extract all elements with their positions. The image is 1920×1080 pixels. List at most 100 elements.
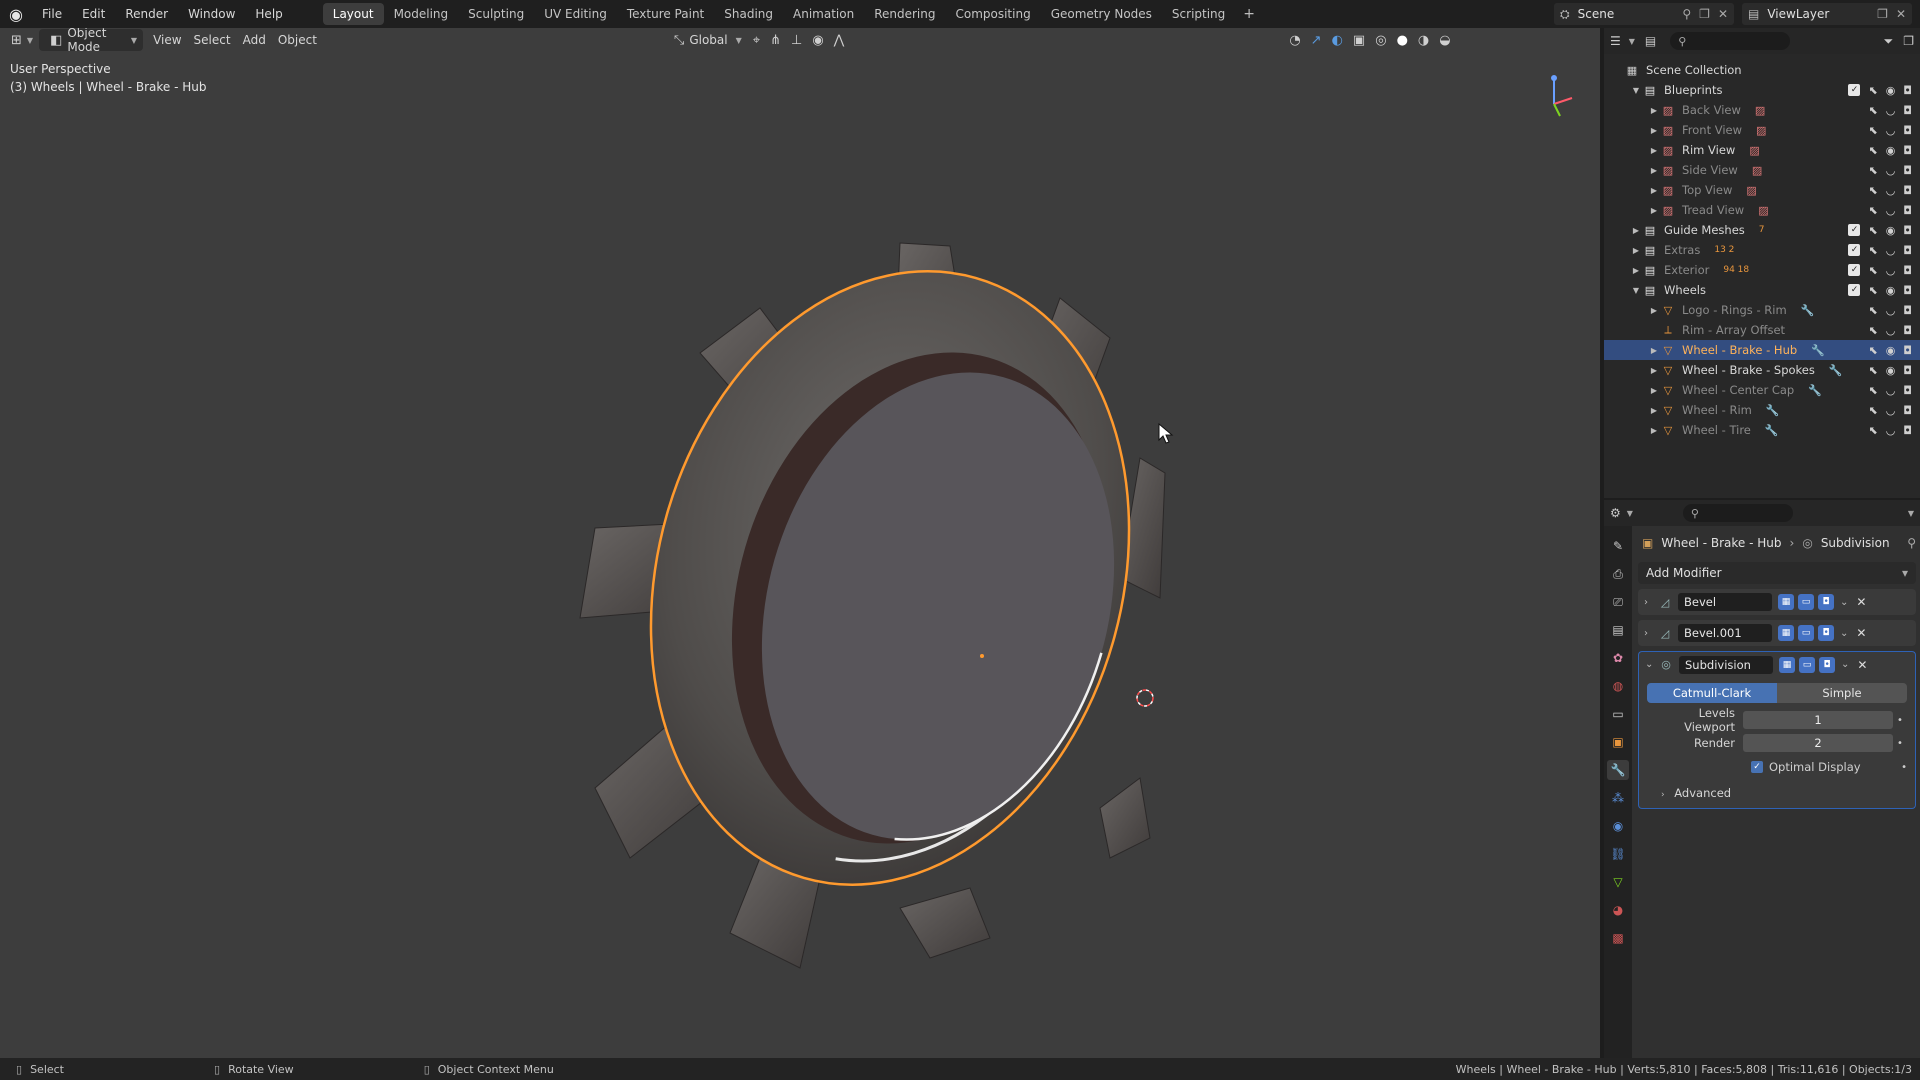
wireframe-shading-icon[interactable]: ◎ <box>1375 33 1386 48</box>
tab-uv-editing[interactable]: UV Editing <box>534 3 617 25</box>
chevron-right-icon[interactable]: › <box>1644 597 1656 608</box>
outliner-row[interactable]: ▼ ▤ Wheels ✓ ⬉ ◉ ◘ <box>1604 280 1920 300</box>
viewport-menu-add[interactable]: Add <box>237 29 272 51</box>
outliner-search-input[interactable]: ⚲ <box>1670 32 1791 50</box>
transform-orientation-dropdown[interactable]: ⤡ Global ▼ <box>663 29 748 51</box>
modifier-card[interactable]: › ◿ Bevel ▦ ▭ ◘ ⌄ ✕ <box>1638 589 1916 615</box>
eye-icon[interactable]: ◉ <box>1886 84 1896 97</box>
expand-right-icon[interactable]: ▶ <box>1630 246 1642 255</box>
select-toggle-icon[interactable]: ⬉ <box>1868 244 1877 257</box>
outliner-row[interactable]: ⟂ Rim - Array Offset ⬉ ◡ ◘ <box>1604 320 1920 340</box>
camera-icon[interactable]: ◘ <box>1903 404 1912 417</box>
camera-icon[interactable]: ◘ <box>1903 244 1912 257</box>
eye-icon[interactable]: ◉ <box>1886 364 1896 377</box>
camera-icon[interactable]: ◘ <box>1903 384 1912 397</box>
tab-shading[interactable]: Shading <box>714 3 783 25</box>
outliner-row[interactable]: ▶ ▤ Guide Meshes 7 ✓ ⬉ ◉ ◘ <box>1604 220 1920 240</box>
close-icon[interactable]: ✕ <box>1857 658 1867 672</box>
editor-type-button[interactable]: ⊞ ▼ <box>0 29 39 51</box>
render-tab-icon[interactable]: ⎙ <box>1607 564 1629 584</box>
simple-button[interactable]: Simple <box>1777 683 1907 703</box>
menu-file[interactable]: File <box>32 0 72 28</box>
camera-icon[interactable]: ◘ <box>1903 184 1912 197</box>
select-toggle-icon[interactable]: ⬉ <box>1868 144 1877 157</box>
3d-viewport[interactable]: ⊞ ▼ ◧ Object Mode ▼ View Select Add Object ⤡… <box>0 28 1600 1058</box>
optimal-display-checkbox[interactable]: ✓ <box>1751 761 1763 773</box>
eye-icon[interactable]: ◡ <box>1886 244 1896 257</box>
select-toggle-icon[interactable]: ⬉ <box>1868 124 1877 137</box>
proportional-edit-icon[interactable]: ◉ <box>812 33 823 48</box>
material-tab-icon[interactable]: ◕ <box>1607 900 1629 920</box>
outliner-row[interactable]: ▶ ▽ Wheel - Brake - Spokes 🔧 ⬉ ◉ ◘ <box>1604 360 1920 380</box>
outliner-row[interactable]: ▶ ▤ Extras 13 2 ✓ ⬉ ◡ ◘ <box>1604 240 1920 260</box>
constraints-tab-icon[interactable]: ⛓ <box>1607 844 1629 864</box>
new-scene-icon[interactable]: ❐ <box>1699 7 1710 21</box>
eye-icon[interactable]: ◡ <box>1886 164 1896 177</box>
tab-modeling[interactable]: Modeling <box>384 3 459 25</box>
eye-icon[interactable]: ◡ <box>1886 264 1896 277</box>
eye-icon[interactable]: ◡ <box>1886 324 1896 337</box>
exclude-checkbox[interactable]: ✓ <box>1848 284 1861 296</box>
levels-viewport-field[interactable]: 1 <box>1743 711 1893 729</box>
gizmo-icon[interactable]: ↗ <box>1311 33 1322 48</box>
eye-icon[interactable]: ◡ <box>1886 424 1896 437</box>
viewport-menu-view[interactable]: View <box>147 29 187 51</box>
modifier-card[interactable]: ⌄ ◎ Subdivision ▦ ▭ ◘ ⌄ ✕ <box>1638 651 1916 677</box>
camera-icon[interactable]: ◘ <box>1903 304 1912 317</box>
tab-layout[interactable]: Layout <box>322 3 384 25</box>
expand-right-icon[interactable]: ▶ <box>1648 426 1660 435</box>
render-toggle-icon[interactable]: ◘ <box>1818 625 1834 641</box>
select-toggle-icon[interactable]: ⬉ <box>1868 324 1877 337</box>
expand-right-icon[interactable]: ▶ <box>1648 206 1660 215</box>
select-toggle-icon[interactable]: ⬉ <box>1868 264 1877 277</box>
expand-right-icon[interactable]: ▶ <box>1648 346 1660 355</box>
outliner-row[interactable]: ▶ ▤ Exterior 94 18 ✓ ⬉ ◡ ◘ <box>1604 260 1920 280</box>
keyframe-dot-icon[interactable]: • <box>1893 738 1907 749</box>
expand-right-icon[interactable]: ▶ <box>1648 146 1660 155</box>
add-workspace-button[interactable]: + <box>1235 6 1263 22</box>
overlay-icon[interactable]: ◐ <box>1332 33 1343 48</box>
camera-icon[interactable]: ◘ <box>1903 204 1912 217</box>
outliner-row[interactable]: ▶ ▽ Logo - Rings - Rim 🔧 ⬉ ◡ ◘ <box>1604 300 1920 320</box>
eye-icon[interactable]: ◉ <box>1886 144 1896 157</box>
close-icon[interactable]: ✕ <box>1856 595 1866 609</box>
edit-mode-toggle-icon[interactable]: ▦ <box>1779 656 1795 673</box>
chevron-down-icon[interactable]: ⌄ <box>1840 597 1848 608</box>
modifier-card[interactable]: › ◿ Bevel.001 ▦ ▭ ◘ ⌄ ✕ <box>1638 620 1916 646</box>
tab-sculpting[interactable]: Sculpting <box>458 3 534 25</box>
camera-icon[interactable]: ◘ <box>1903 264 1912 277</box>
modifier-name-field[interactable]: Subdivision <box>1679 655 1773 674</box>
chevron-down-icon[interactable]: ⌄ <box>1645 659 1657 670</box>
3d-cursor-icon[interactable] <box>1133 686 1157 710</box>
outliner-row[interactable]: ▼ ▤ Blueprints ✓ ⬉ ◉ ◘ <box>1604 80 1920 100</box>
pivot-icon[interactable]: ⌖ <box>753 33 760 48</box>
eye-icon[interactable]: ◡ <box>1886 304 1896 317</box>
pin-icon[interactable]: ⚲ <box>1682 7 1691 21</box>
modifier-name-field[interactable]: Bevel.001 <box>1678 624 1772 642</box>
outliner-row[interactable]: ▶ ▽ Wheel - Brake - Hub 🔧 ⬉ ◉ ◘ <box>1604 340 1920 360</box>
select-toggle-icon[interactable]: ⬉ <box>1868 184 1877 197</box>
editor-type-icon[interactable]: ⚙ <box>1610 506 1621 520</box>
collection-tab-icon[interactable]: ▭ <box>1607 704 1629 724</box>
chevron-down-icon[interactable]: ▼ <box>1908 509 1914 518</box>
select-toggle-icon[interactable]: ⬉ <box>1868 424 1877 437</box>
camera-icon[interactable]: ◘ <box>1903 104 1912 117</box>
eye-icon[interactable]: ◡ <box>1886 124 1896 137</box>
eye-icon[interactable]: ◉ <box>1886 224 1896 237</box>
outliner-row[interactable]: ▶ ▽ Wheel - Rim 🔧 ⬉ ◡ ◘ <box>1604 400 1920 420</box>
select-toggle-icon[interactable]: ⬉ <box>1868 224 1877 237</box>
eye-icon[interactable]: ◡ <box>1886 204 1896 217</box>
view-layer-tab-icon[interactable]: ▤ <box>1607 620 1629 640</box>
keyframe-dot-icon[interactable]: • <box>1893 715 1907 726</box>
modifier-tab-icon[interactable]: 🔧 <box>1607 760 1629 780</box>
rendered-shading-icon[interactable]: ◒ <box>1439 33 1450 48</box>
world-tab-icon[interactable]: ◍ <box>1607 676 1629 696</box>
eye-icon[interactable]: ◡ <box>1886 184 1896 197</box>
outliner-row[interactable]: ▶ ▽ Wheel - Center Cap 🔧 ⬉ ◡ ◘ <box>1604 380 1920 400</box>
physics-tab-icon[interactable]: ◉ <box>1607 816 1629 836</box>
outliner-row[interactable]: ▶ ▨ Front View ▨ ⬉ ◡ ◘ <box>1604 120 1920 140</box>
chevron-down-icon[interactable]: ⌄ <box>1841 659 1849 670</box>
select-toggle-icon[interactable]: ⬉ <box>1868 344 1877 357</box>
render-levels-field[interactable]: 2 <box>1743 734 1893 752</box>
display-mode-icon[interactable]: ▤ <box>1645 34 1656 48</box>
